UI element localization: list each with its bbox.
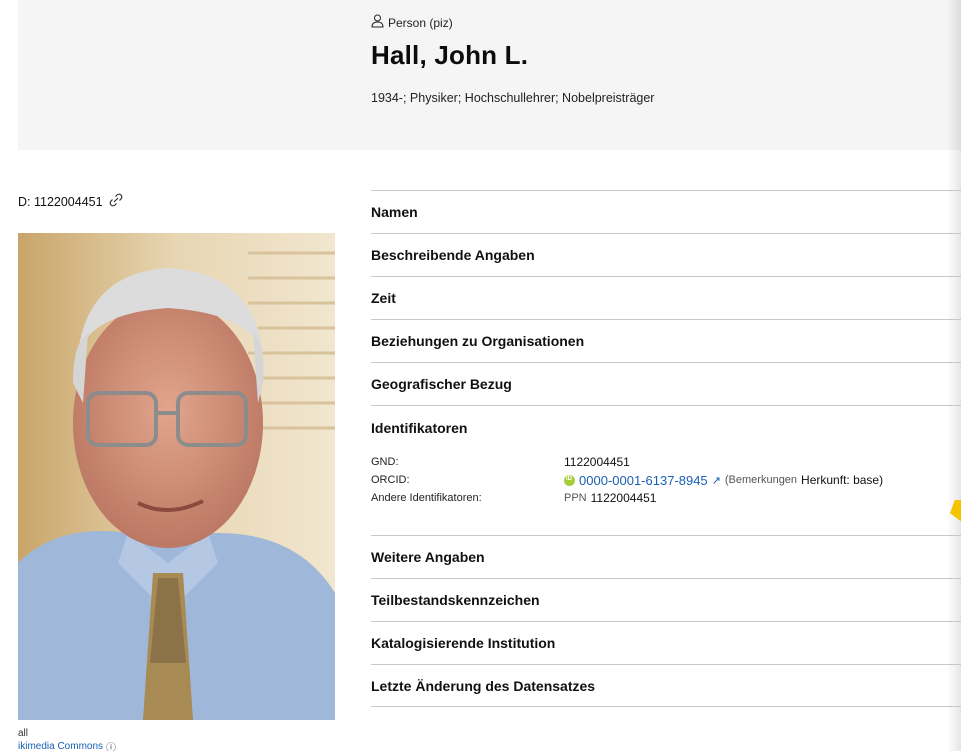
other-ids-label: Andere Identifikatoren: xyxy=(371,492,482,504)
record-id-text: D: 1122004451 xyxy=(18,194,103,209)
page-subtitle: 1934-; Physiker; Hochschullehrer; Nobelp… xyxy=(371,91,655,105)
page-title: Hall, John L. xyxy=(371,40,529,70)
external-link-icon[interactable]: ↗ xyxy=(712,474,721,487)
ppn-value: 1122004451 xyxy=(590,491,657,505)
section-identifiers-title[interactable]: Identifikatoren xyxy=(371,406,961,449)
gnd-value: 1122004451 xyxy=(564,455,630,469)
other-ids-value: PPN 1122004451 xyxy=(564,491,656,505)
gnd-label: GND: xyxy=(371,456,399,468)
portrait-photo xyxy=(18,233,335,720)
photo-caption-name: all xyxy=(18,728,29,739)
identifier-row-orcid: ORCID: 0000-0001-6137-8945 ↗ (Bemerkunge… xyxy=(371,471,961,489)
orcid-icon xyxy=(564,474,575,486)
identifier-row-other: Andere Identifikatoren: PPN 1122004451 xyxy=(371,489,961,507)
section-cataloging[interactable]: Katalogisierende Institution xyxy=(371,621,961,664)
orcid-label: ORCID: xyxy=(371,474,410,486)
section-identifiers[interactable]: Identifikatoren GND: 1122004451 ORCID: 0… xyxy=(371,405,961,535)
orcid-note: Herkunft: base) xyxy=(801,473,884,487)
record-id: D: 1122004451 xyxy=(18,193,123,210)
photo-source-link[interactable]: ikimedia Commons xyxy=(18,741,103,751)
orcid-value: 0000-0001-6137-8945 ↗ (Bemerkungen Herku… xyxy=(564,473,883,488)
info-icon[interactable]: ⓘ xyxy=(106,739,116,751)
identifier-row-gnd: GND: 1122004451 xyxy=(371,453,961,471)
section-descriptive[interactable]: Beschreibende Angaben xyxy=(371,233,961,276)
photo-caption-source[interactable]: ikimedia Commons ⓘ xyxy=(18,739,116,751)
section-geo[interactable]: Geografischer Bezug xyxy=(371,362,961,405)
section-org-relations[interactable]: Beziehungen zu Organisationen xyxy=(371,319,961,362)
entity-type: Person (piz) xyxy=(371,14,453,31)
section-more[interactable]: Weitere Angaben xyxy=(371,535,961,578)
entity-type-label: Person (piz) xyxy=(388,15,453,30)
section-partial[interactable]: Teilbestandskennzeichen xyxy=(371,578,961,621)
orcid-note-prefix: (Bemerkungen xyxy=(724,474,798,486)
ppn-prefix: PPN xyxy=(564,492,587,504)
header-band xyxy=(18,0,961,150)
person-icon xyxy=(371,14,384,31)
link-icon[interactable] xyxy=(109,193,123,210)
detail-sections: Namen Beschreibende Angaben Zeit Beziehu… xyxy=(371,190,961,707)
section-time[interactable]: Zeit xyxy=(371,276,961,319)
orcid-link[interactable]: 0000-0001-6137-8945 xyxy=(579,473,708,488)
section-last-change[interactable]: Letzte Änderung des Datensatzes xyxy=(371,664,961,707)
section-names[interactable]: Namen xyxy=(371,190,961,233)
